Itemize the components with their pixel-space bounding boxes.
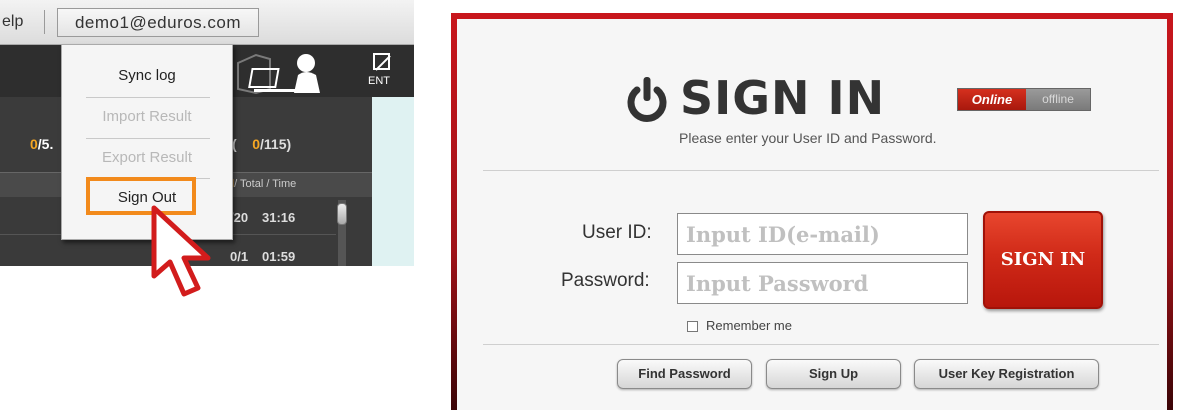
divider — [483, 344, 1159, 345]
side-panel — [372, 97, 414, 266]
menu-separator — [44, 10, 45, 34]
find-password-button[interactable]: Find Password — [617, 359, 752, 389]
sign-in-title: SIGN IN — [680, 71, 886, 125]
remember-me-label[interactable]: Remember me — [706, 318, 792, 333]
password-label: Password: — [561, 270, 650, 291]
column-header-label: / Total / Time — [234, 178, 297, 190]
login-panel: SIGN IN Online offline Please enter your… — [457, 19, 1167, 410]
event-button[interactable]: ENT — [368, 51, 398, 89]
row-count: 0/1 — [230, 249, 249, 264]
login-dialog-frame: SIGN IN Online offline Please enter your… — [451, 13, 1173, 410]
sign-up-button[interactable]: Sign Up — [766, 359, 901, 389]
user-key-registration-button[interactable]: User Key Registration — [914, 359, 1099, 389]
menu-bar: elp demo1@eduros.com — [0, 0, 414, 45]
menu-help[interactable]: elp — [2, 13, 23, 31]
score-right-value: 0 — [252, 136, 261, 152]
toggle-online[interactable]: Online — [958, 89, 1026, 110]
sign-in-instruction: Please enter your User ID and Password. — [679, 130, 937, 146]
menu-item-import-result: Import Result — [102, 108, 192, 125]
online-offline-toggle[interactable]: Online offline — [957, 88, 1091, 111]
user-id-input[interactable] — [677, 213, 968, 255]
event-label: ENT — [368, 75, 390, 87]
divider — [483, 170, 1159, 171]
pointer-cursor-icon — [151, 205, 211, 297]
event-icon — [373, 53, 390, 70]
user-account-menu[interactable]: demo1@eduros.com — [57, 8, 259, 37]
score-right-total: /115) — [260, 136, 292, 152]
score-left-value: 0 — [30, 136, 38, 152]
toggle-offline[interactable]: offline — [1026, 89, 1090, 110]
column-header: d/ Total / Time — [228, 178, 296, 190]
scrollbar-thumb[interactable] — [337, 203, 347, 225]
teacher-at-computer-icon[interactable] — [236, 49, 336, 97]
remember-me-checkbox[interactable] — [687, 321, 698, 332]
row-time: 01:59 — [262, 249, 296, 264]
score-left: 0/5. — [30, 136, 53, 152]
score-left-total: /5. — [37, 136, 54, 152]
menu-item-sync-log[interactable]: Sync log — [62, 56, 232, 96]
row-time: 31:16 — [262, 210, 296, 225]
power-icon — [627, 77, 667, 122]
sign-in-button[interactable]: SIGN IN — [983, 211, 1103, 309]
score-right: ( 0/115) — [232, 136, 291, 152]
password-input[interactable] — [677, 262, 968, 304]
user-id-label: User ID: — [582, 222, 652, 243]
menu-item-export-result: Export Result — [101, 149, 193, 166]
